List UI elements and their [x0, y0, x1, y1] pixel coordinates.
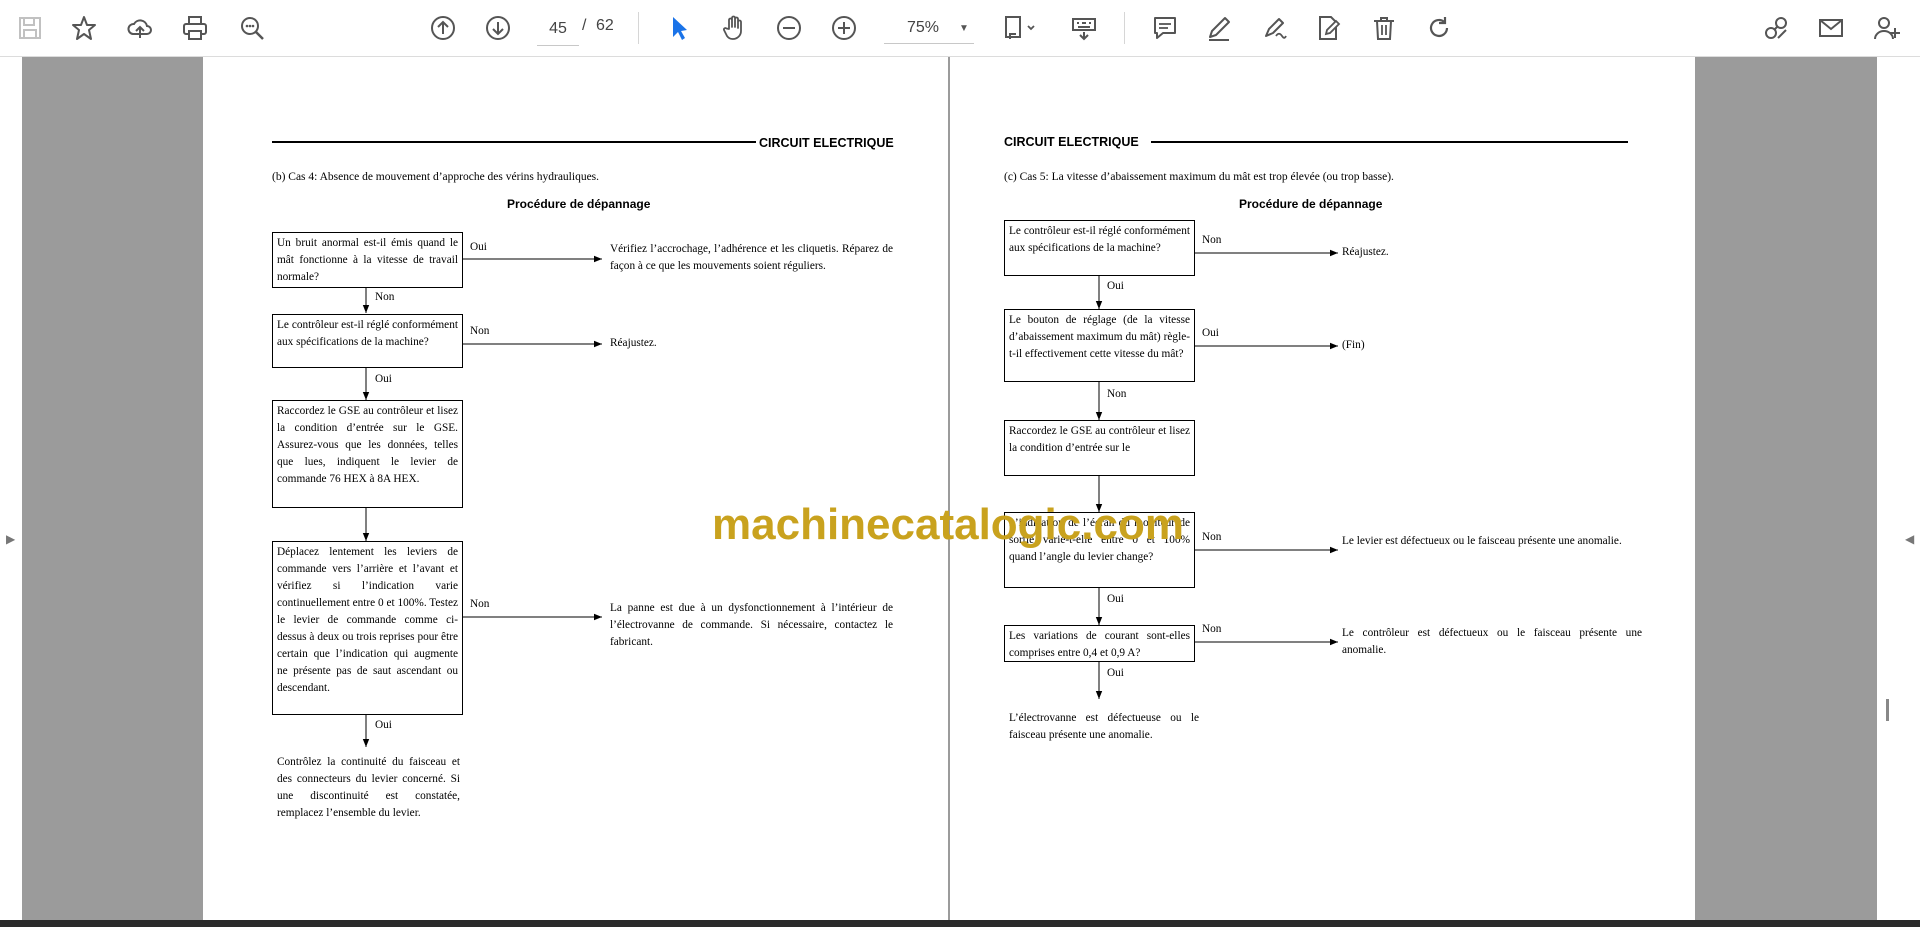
next-page-button[interactable]	[478, 8, 518, 48]
bottom-bar	[0, 920, 1920, 927]
branch-label: Oui	[1202, 327, 1219, 339]
flow-box-1: Un bruit anormal est-il émis quand le mâ…	[272, 232, 463, 288]
toolbar: / 62 75% ▼	[0, 0, 1920, 57]
page-separator: /	[582, 17, 587, 34]
page-fit-icon	[1005, 16, 1035, 39]
select-tool-button[interactable]	[659, 8, 699, 48]
cloud-upload-icon	[127, 19, 152, 38]
flow-box-3: Raccordez le GSE au contrôleur et lisez …	[272, 400, 463, 508]
result-text: Le levier est défectueux ou le faisceau …	[1342, 535, 1622, 547]
result-text: Vérifiez l’accrochage, l’adhérence et le…	[610, 243, 893, 272]
pdf-page-left: CIRCUIT ELECTRIQUE (b) Cas 4: Absence de…	[203, 57, 948, 920]
trash-icon	[1374, 17, 1394, 40]
zoom-out-icon	[777, 16, 801, 40]
page-number-input[interactable]	[537, 13, 579, 46]
redo-icon	[1429, 17, 1449, 37]
hand-tool-button[interactable]	[714, 8, 754, 48]
result-text: L’électrovanne est défectueuse ou le fai…	[1009, 712, 1199, 741]
zoom-select[interactable]: 75% ▼	[884, 13, 974, 44]
left-panel-toggle-icon[interactable]: ▶	[6, 532, 15, 546]
print-button[interactable]	[175, 8, 215, 48]
highlight-button[interactable]	[1254, 8, 1294, 48]
result-text: Le contrôleur est défectueux ou le faisc…	[1342, 627, 1642, 656]
result-text: La panne est due à un dysfonctionnement …	[610, 602, 893, 648]
save-button[interactable]	[10, 8, 50, 48]
cursor-arrow-icon	[673, 17, 687, 40]
share-link-icon	[1765, 17, 1787, 39]
zoom-out-button[interactable]	[769, 8, 809, 48]
add-user-button[interactable]	[1867, 8, 1907, 48]
branch-label: Non	[470, 325, 490, 337]
page-fit-button[interactable]	[995, 8, 1045, 48]
branch-label: Non	[1107, 388, 1127, 400]
flow-box-1: Le contrôleur est-il réglé conformément …	[1004, 220, 1195, 276]
flow-box-3: Raccordez le GSE au contrôleur et lisez …	[1004, 420, 1195, 476]
highlighter-icon	[1265, 18, 1287, 39]
zoom-in-icon	[832, 16, 856, 40]
keyboard-icon	[1072, 18, 1096, 41]
branch-label: Non	[1202, 623, 1222, 635]
share-button[interactable]	[1756, 8, 1796, 48]
flow-box-4: Déplacez lentement les leviers de comman…	[272, 541, 463, 715]
arrow-up-circle-icon	[431, 16, 455, 40]
result-text: Réajustez.	[1342, 246, 1389, 258]
result-text: Réajustez.	[610, 337, 657, 349]
upload-button[interactable]	[120, 8, 160, 48]
branch-label: Oui	[1107, 593, 1124, 605]
document-viewer[interactable]: ▶ ◀ CIRCUIT ELECTRIQUE (b) Cas 4: Absenc…	[0, 57, 1920, 920]
flowchart-connectors	[1095, 249, 1338, 699]
previous-page-button[interactable]	[423, 8, 463, 48]
bookmark-button[interactable]	[64, 8, 104, 48]
watermark: machinecatalogic.com	[712, 500, 1184, 549]
pen-icon	[1209, 17, 1230, 41]
pen-button[interactable]	[1199, 8, 1239, 48]
hand-icon	[723, 15, 742, 40]
branch-label: Oui	[375, 719, 392, 731]
branch-label: Oui	[1107, 667, 1124, 679]
page-total: 62	[596, 17, 614, 34]
delete-button[interactable]	[1364, 8, 1404, 48]
branch-label: Non	[375, 291, 395, 303]
edit-icon	[1319, 16, 1341, 40]
right-panel-toggle-icon[interactable]: ◀	[1905, 532, 1914, 546]
redo-button[interactable]	[1419, 8, 1459, 48]
flow-box-5: Les variations de courant sont-elles com…	[1004, 625, 1195, 662]
zoom-marquee-icon	[241, 17, 264, 40]
zoom-in-button[interactable]	[824, 8, 864, 48]
flow-box-2: Le contrôleur est-il réglé conformément …	[272, 314, 463, 368]
branch-label: Oui	[375, 373, 392, 385]
zoom-value: 75%	[906, 19, 940, 36]
branch-label: Oui	[470, 241, 487, 253]
printer-icon	[183, 16, 207, 40]
save-icon	[19, 17, 41, 39]
comment-icon	[1154, 17, 1176, 39]
branch-label: Non	[1202, 234, 1222, 246]
branch-label: Non	[470, 598, 490, 610]
arrow-down-circle-icon	[486, 16, 510, 40]
zoom-search-button[interactable]	[232, 8, 272, 48]
branch-label: Non	[1202, 531, 1222, 543]
mail-icon	[1819, 19, 1843, 37]
flow-box-2: Le bouton de réglage (de la vitesse d’ab…	[1004, 309, 1195, 382]
star-icon	[72, 16, 96, 40]
chevron-down-icon: ▼	[959, 22, 969, 34]
email-button[interactable]	[1811, 8, 1851, 48]
result-text: (Fin)	[1342, 339, 1365, 351]
keyboard-button[interactable]	[1064, 8, 1104, 48]
toolbar-divider	[638, 12, 639, 44]
toolbar-divider	[1124, 12, 1125, 44]
comment-button[interactable]	[1145, 8, 1185, 48]
pdf-page-right: CIRCUIT ELECTRIQUE (c) Cas 5: La vitesse…	[950, 57, 1695, 920]
edit-button[interactable]	[1308, 8, 1348, 48]
result-text: Contrôlez la continuité du faisceau et d…	[277, 756, 460, 819]
scrollbar-thumb[interactable]	[1886, 699, 1889, 721]
add-user-icon	[1874, 17, 1900, 40]
branch-label: Oui	[1107, 280, 1124, 292]
